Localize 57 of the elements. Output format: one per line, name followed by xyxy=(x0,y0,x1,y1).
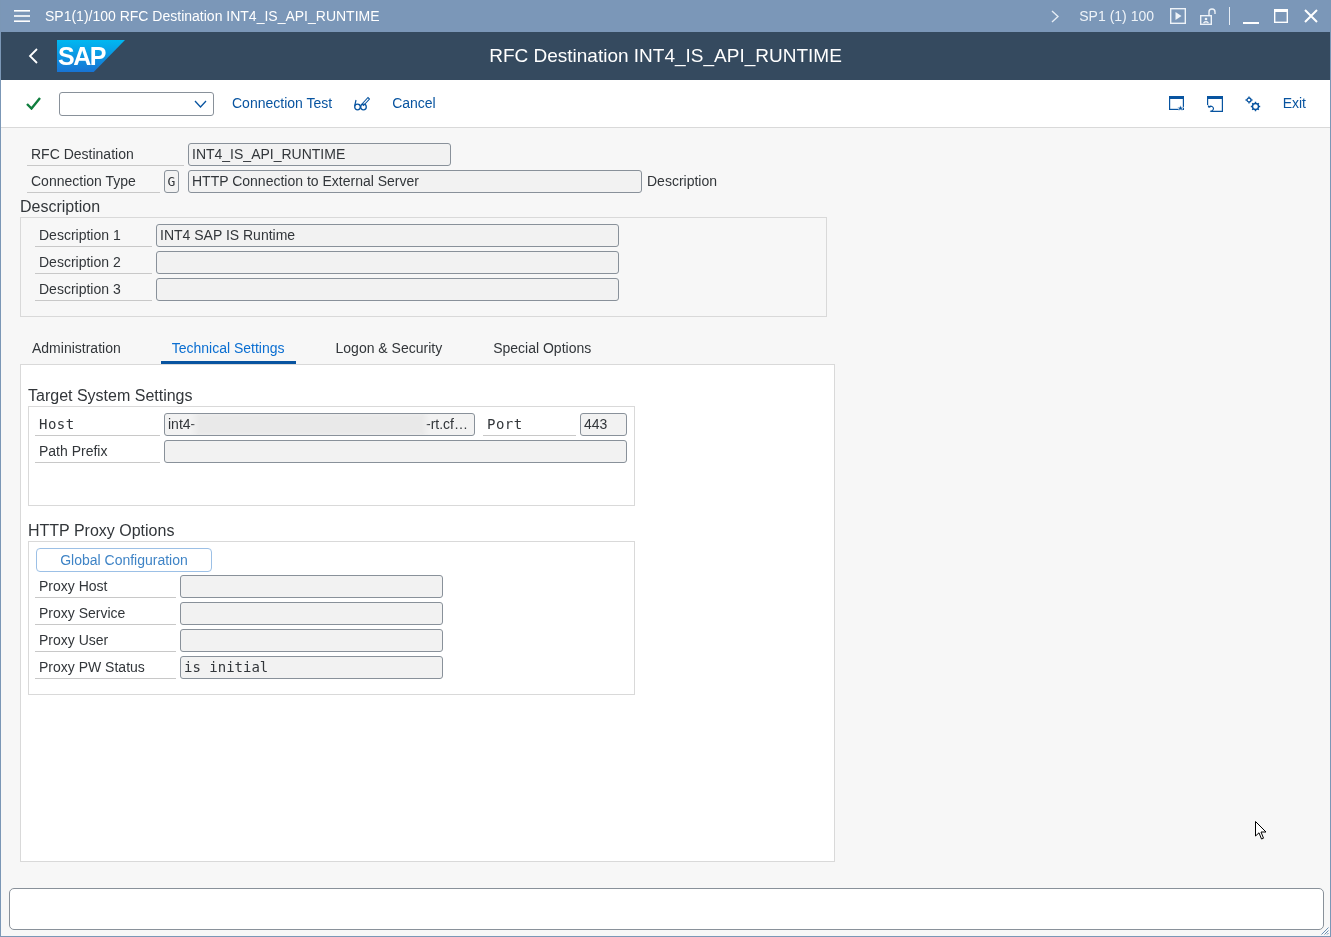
field-label: Proxy Service xyxy=(35,602,176,625)
check-icon[interactable] xyxy=(26,97,41,110)
back-icon[interactable] xyxy=(28,48,38,64)
toolbar-button[interactable]: Cancel xyxy=(392,93,436,114)
host-value-start: int4- xyxy=(168,415,196,434)
host-field[interactable]: int4- -rt.cf… xyxy=(164,413,475,436)
field-label: RFC Destination xyxy=(27,143,184,166)
group-title: Target System Settings xyxy=(28,385,194,406)
input-field[interactable]: is initial xyxy=(180,656,443,679)
page-title: RFC Destination INT4_IS_API_RUNTIME xyxy=(489,43,842,69)
maximize-icon[interactable] xyxy=(1274,9,1288,23)
play-icon[interactable] xyxy=(1170,8,1186,24)
host-value-end: -rt.cf… xyxy=(426,415,468,434)
toolbar-button[interactable]: Connection Test xyxy=(232,93,333,114)
resize-grip-icon[interactable] xyxy=(1321,927,1329,935)
field-label: Description 1 xyxy=(35,224,152,247)
glasses-pen-icon[interactable] xyxy=(354,95,371,112)
field-label: Port xyxy=(483,413,576,436)
tab[interactable]: Administration xyxy=(21,336,132,364)
input-field[interactable] xyxy=(180,602,443,625)
toolbar-button[interactable]: Exit xyxy=(1282,93,1306,114)
window-refresh-icon[interactable] xyxy=(1206,95,1223,112)
gears-icon[interactable] xyxy=(1244,95,1261,112)
chevron-down-icon xyxy=(194,99,207,108)
unlock-icon[interactable] xyxy=(1200,7,1216,25)
chevron-right-icon[interactable] xyxy=(1051,9,1060,23)
field-suffix: Description xyxy=(647,172,718,191)
field-label: Connection Type xyxy=(27,170,160,193)
system-info: SP1 (1) 100 xyxy=(1079,6,1154,26)
code-field[interactable]: G xyxy=(164,170,179,193)
menu-icon[interactable] xyxy=(14,10,30,22)
window-title: SP1(1)/100 RFC Destination INT4_IS_API_RUNTIME xyxy=(45,6,380,26)
group-title: Description xyxy=(20,196,102,217)
field-label: Proxy Host xyxy=(35,575,176,598)
command-field[interactable] xyxy=(59,91,214,116)
input-field[interactable] xyxy=(156,278,619,301)
input-field[interactable]: HTTP Connection to External Server xyxy=(188,170,642,193)
input-field[interactable] xyxy=(164,440,627,463)
input-field[interactable] xyxy=(180,629,443,652)
tab[interactable]: Special Options xyxy=(482,336,603,364)
field-label: Host xyxy=(35,413,160,436)
global-configuration-button[interactable]: Global Configuration xyxy=(36,548,212,572)
mouse-pointer-icon xyxy=(1255,821,1267,840)
tab[interactable]: Logon & Security xyxy=(324,336,454,364)
input-field[interactable] xyxy=(180,575,443,598)
field-label: Proxy PW Status xyxy=(35,656,176,679)
group-title: HTTP Proxy Options xyxy=(28,520,176,541)
input-field[interactable]: INT4_IS_API_RUNTIME xyxy=(188,143,451,166)
field-label: Proxy User xyxy=(35,629,176,652)
field-label: Description 2 xyxy=(35,251,152,274)
field-label: Description 3 xyxy=(35,278,152,301)
input-field[interactable] xyxy=(156,251,619,274)
input-field[interactable]: INT4 SAP IS Runtime xyxy=(156,224,619,247)
field-label: Path Prefix xyxy=(35,440,160,463)
sap-logo: SAP xyxy=(57,40,125,72)
close-icon[interactable] xyxy=(1304,9,1318,23)
input-field[interactable]: 443 xyxy=(580,413,627,436)
